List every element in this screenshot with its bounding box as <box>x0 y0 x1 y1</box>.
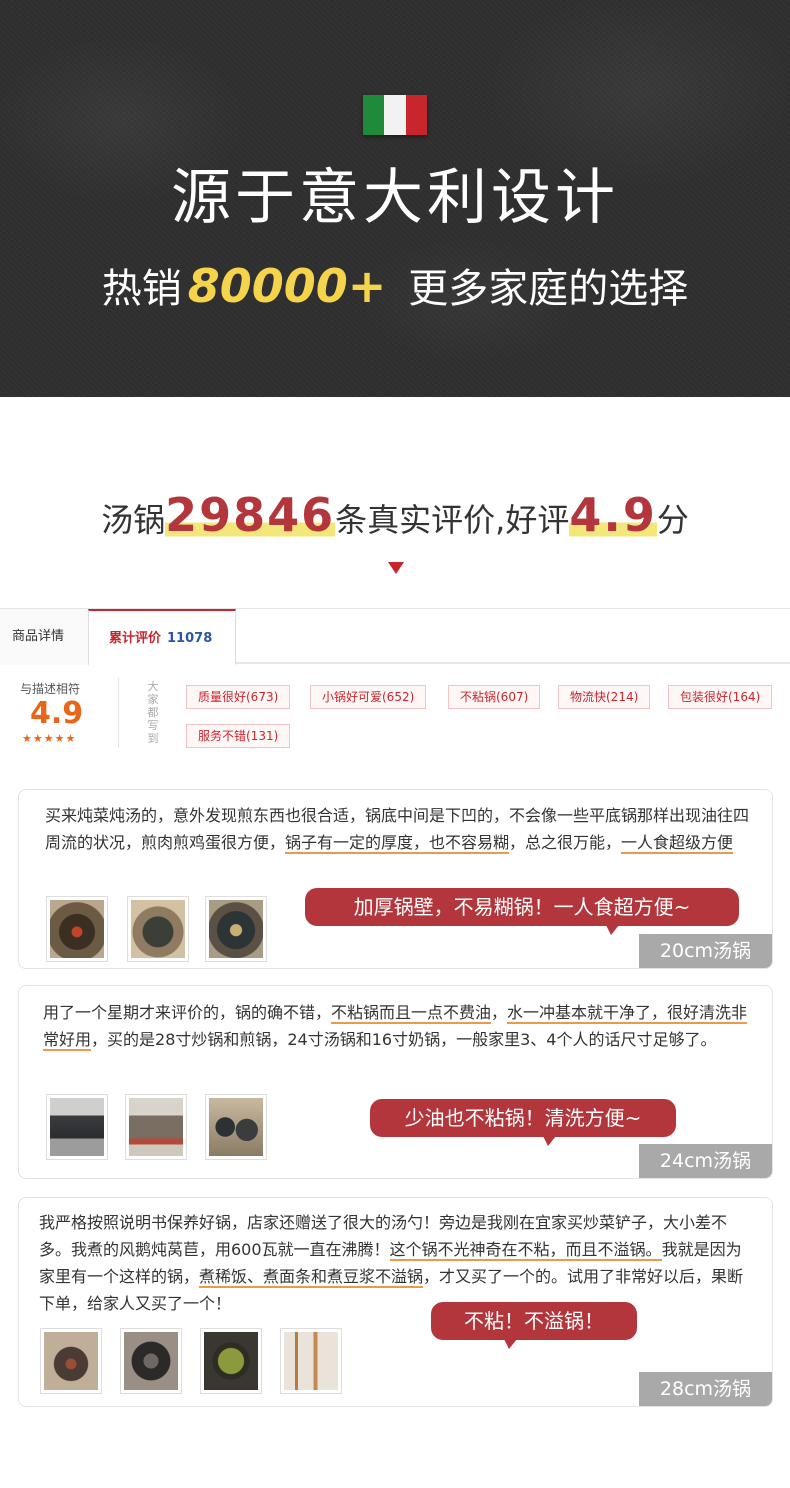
review-photo[interactable] <box>280 1328 342 1394</box>
review-text: 我严格按照说明书保养好锅，店家还赠送了很大的汤勺！旁边是我刚在宜家买炒菜铲子，大… <box>39 1209 755 1317</box>
review-text-segment: 用了一个星期才来评价的，锅的确不错， <box>43 1003 332 1022</box>
review-count-highlight: 29846 <box>165 488 336 542</box>
hero-sales-number: 80000+ <box>187 259 387 313</box>
italy-flag-icon <box>363 95 427 135</box>
review-highlight: 这个锅不光神奇在不粘，而且不溢锅。 <box>389 1240 662 1261</box>
tab-reviews[interactable]: 累计评价 11078 <box>88 609 236 666</box>
triangle-down-icon <box>388 562 404 574</box>
review-highlight: 锅子有一定的厚度，也不容易糊 <box>285 833 510 854</box>
headline-suffix: 分 <box>656 501 689 539</box>
score-label: 与描述相符 <box>20 682 81 696</box>
review-photo[interactable] <box>46 896 108 962</box>
tab-reviews-count: 11078 <box>167 631 213 646</box>
review-callout-bubble: 不粘！不溢锅！ <box>431 1302 637 1349</box>
star-rating-icon: ★★★★★ <box>22 732 77 745</box>
tab-bar: 商品详情 累计评价 11078 <box>0 608 790 666</box>
review-photo[interactable] <box>46 1094 108 1160</box>
review-highlight: 不粘锅而且一点不费油 <box>331 1003 492 1024</box>
review-card: 买来炖菜炖汤的，意外发现煎东西也很合适，锅底中间是下凹的，不会像一些平底锅那样出… <box>18 789 773 969</box>
review-photo[interactable] <box>120 1328 182 1394</box>
review-callout-bubble: 少油也不粘锅！清洗方便~ <box>370 1099 676 1146</box>
review-photo[interactable] <box>200 1328 262 1394</box>
review-photo[interactable] <box>125 1094 187 1160</box>
review-text: 用了一个星期才来评价的，锅的确不错，不粘锅而且一点不费油，水一冲基本就干净了，很… <box>43 999 757 1053</box>
review-tag[interactable]: 包装很好(164) <box>668 685 773 709</box>
hero-sub-suffix: 更多家庭的选择 <box>408 266 689 312</box>
divider <box>118 678 119 748</box>
review-tag[interactable]: 小锅好可爱(652) <box>310 685 427 709</box>
review-tag[interactable]: 物流快(214) <box>558 685 651 709</box>
review-card: 我严格按照说明书保养好锅，店家还赠送了很大的汤勺！旁边是我刚在宜家买炒菜铲子，大… <box>18 1197 773 1407</box>
hero-title: 源于意大利设计 <box>171 163 619 233</box>
review-photo[interactable] <box>127 896 189 962</box>
hero-subtitle: 热销 80000+ 更多家庭的选择 <box>0 258 790 317</box>
score-value: 4.9 <box>30 696 84 731</box>
hero-sub-prefix: 热销 <box>101 266 182 312</box>
tags-vertical-label: 大家都写到 <box>147 680 159 745</box>
size-badge: 24cm汤锅 <box>639 1144 772 1178</box>
review-text-segment: ，总之很万能， <box>509 833 622 852</box>
hero-banner: 源于意大利设计 热销 80000+ 更多家庭的选择 <box>0 0 790 397</box>
size-badge: 28cm汤锅 <box>639 1372 772 1406</box>
review-photo[interactable] <box>205 896 267 962</box>
review-tag[interactable]: 质量很好(673) <box>186 685 291 709</box>
review-photo[interactable] <box>40 1328 102 1394</box>
review-text: 买来炖菜炖汤的，意外发现煎东西也很合适，锅底中间是下凹的，不会像一些平底锅那样出… <box>45 802 757 856</box>
review-highlight: 煮稀饭、煮面条和煮豆浆不溢锅 <box>199 1267 424 1288</box>
review-card: 用了一个星期才来评价的，锅的确不错，不粘锅而且一点不费油，水一冲基本就干净了，很… <box>18 985 773 1179</box>
rating-headline: 汤锅29846条真实评价,好评4.9分 <box>0 488 790 545</box>
tab-product-details[interactable]: 商品详情 <box>0 609 88 665</box>
review-photo[interactable] <box>205 1094 267 1160</box>
review-summary: 与描述相符 4.9 ★★★★★ 大家都写到 质量很好(673) 小锅好可爱(65… <box>0 672 790 752</box>
review-highlight: 一人食超级方便 <box>621 833 734 854</box>
tab-reviews-label: 累计评价 <box>109 631 162 646</box>
size-badge: 20cm汤锅 <box>639 934 772 968</box>
review-text-segment: ， <box>491 1003 508 1022</box>
review-text-segment: ，买的是28寸炒锅和煎锅，24寸汤锅和16寸奶锅，一般家里3、4个人的话尺寸足够… <box>91 1030 717 1049</box>
review-callout-bubble: 加厚锅壁，不易糊锅！一人食超方便~ <box>305 888 739 935</box>
review-tag[interactable]: 服务不错(131) <box>186 724 291 748</box>
review-tag[interactable]: 不粘锅(607) <box>448 685 541 709</box>
rating-highlight: 4.9 <box>569 488 657 542</box>
headline-prefix: 汤锅 <box>101 501 166 539</box>
headline-middle: 条真实评价,好评 <box>335 501 570 539</box>
